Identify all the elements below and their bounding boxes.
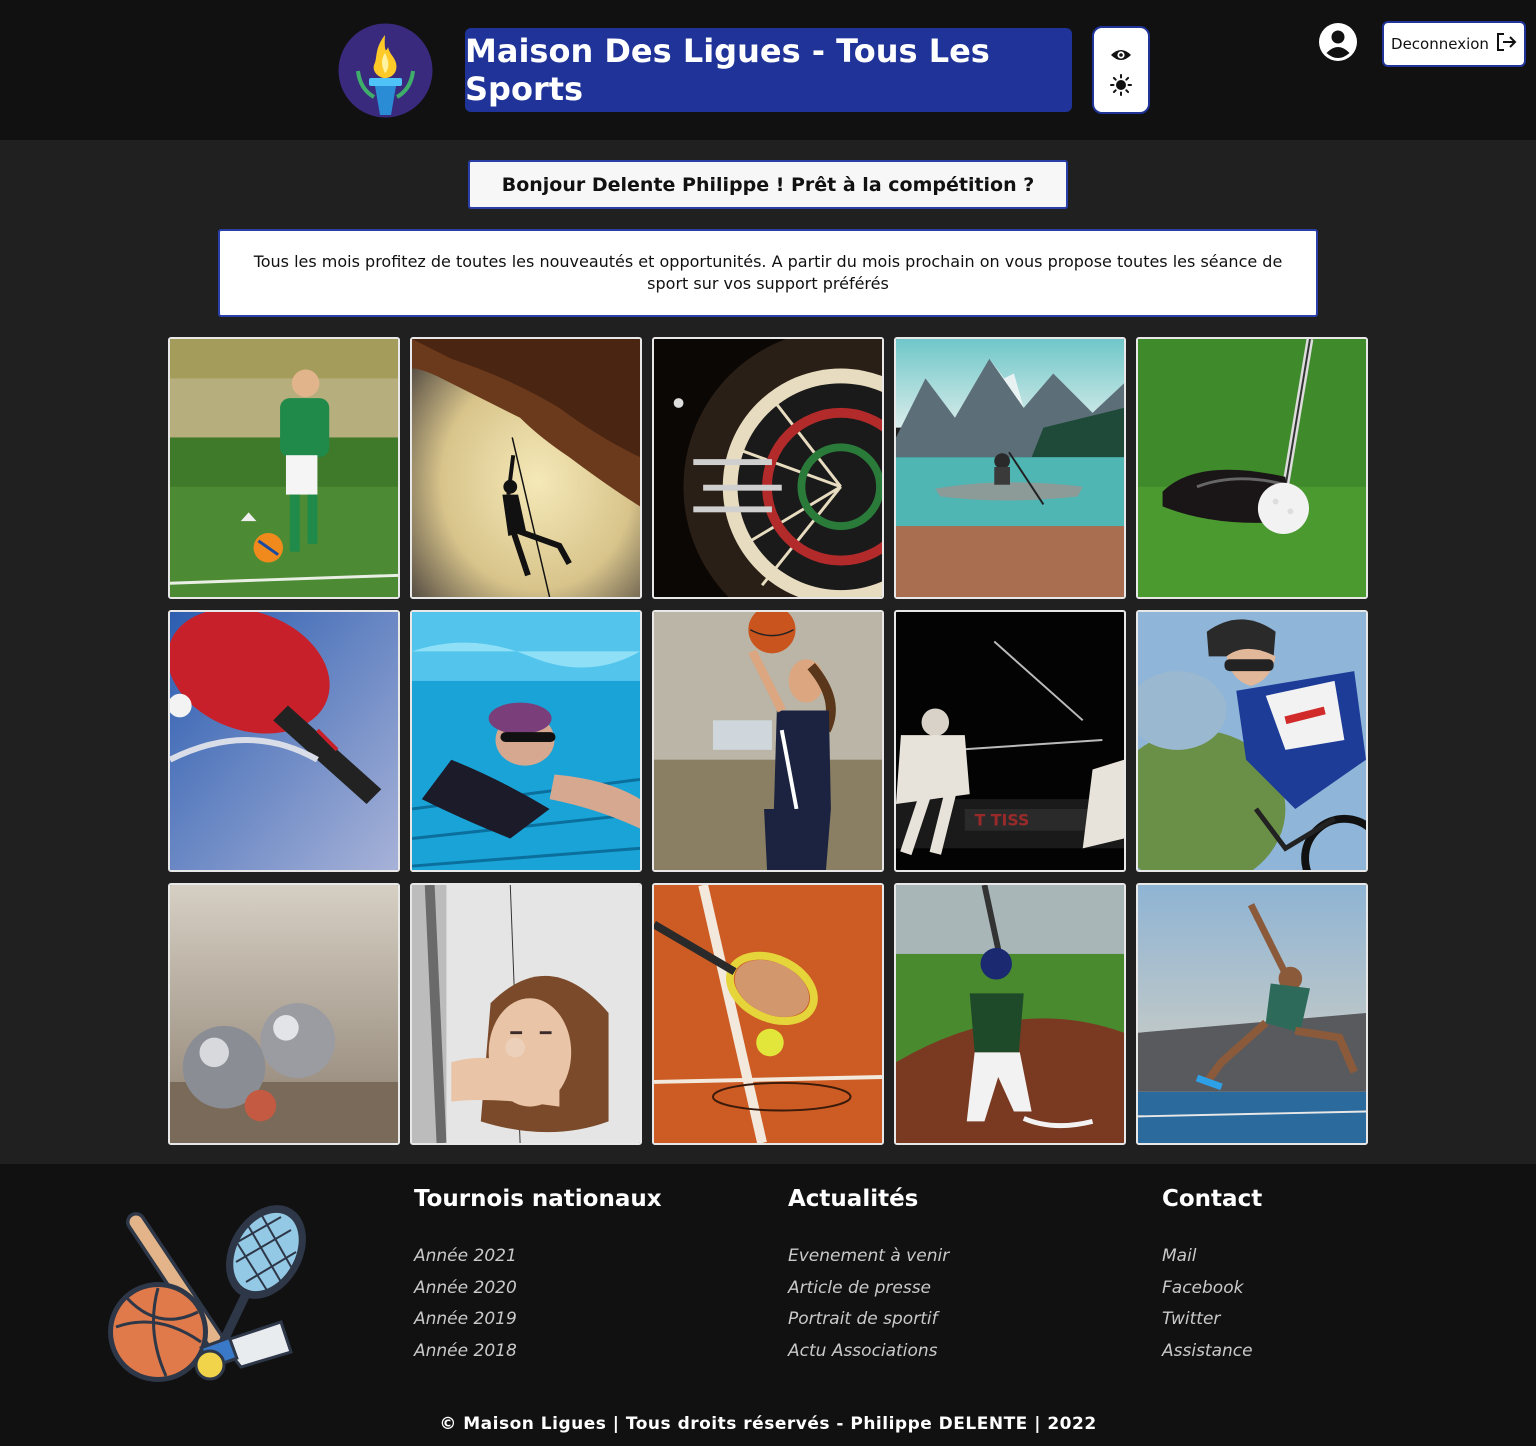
sport-image-natation[interactable] [410, 610, 642, 872]
sport-image-escrime[interactable]: T TISS [894, 610, 1126, 872]
footer-column-actualites: Actualités Evenement à venir Article de … [788, 1186, 949, 1373]
svg-text:T TISS: T TISS [975, 811, 1030, 830]
footer-link-portrait-sportif[interactable]: Portrait de sportif [788, 1309, 949, 1341]
sport-image-kayak[interactable] [894, 337, 1126, 599]
footer-link-mail[interactable]: Mail [1162, 1246, 1262, 1278]
site-header: Maison Des Ligues - Tous Les Sports Deco… [0, 0, 1536, 140]
sport-image-golf[interactable] [1136, 337, 1368, 599]
footer-heading-actualites: Actualités [788, 1186, 919, 1212]
sport-image-tennis-de-table[interactable] [168, 610, 400, 872]
copyright-text: © Maison Ligues | Tous droits réservés -… [439, 1414, 1097, 1434]
footer-link-twitter[interactable]: Twitter [1162, 1309, 1262, 1341]
footer-link-annee-2020[interactable]: Année 2020 [414, 1278, 662, 1310]
sports-equipment-icon [106, 1202, 308, 1388]
sport-image-flechettes[interactable] [652, 337, 884, 599]
footer-link-facebook[interactable]: Facebook [1162, 1278, 1262, 1310]
sport-image-football[interactable] [168, 337, 400, 599]
footer-column-contact: Contact Mail Facebook Twitter Assistance [1162, 1186, 1262, 1373]
footer-link-annee-2018[interactable]: Année 2018 [414, 1341, 662, 1373]
footer-link-annee-2019[interactable]: Année 2019 [414, 1309, 662, 1341]
sport-image-petanque[interactable] [168, 883, 400, 1145]
info-banner: Tous les mois profitez de toutes les nou… [218, 229, 1318, 317]
sun-icon[interactable] [1109, 73, 1133, 97]
site-title: Maison Des Ligues - Tous Les Sports [465, 28, 1072, 112]
sport-image-basketball[interactable] [652, 610, 884, 872]
sports-gallery: T TISS [168, 337, 1368, 1145]
greeting-banner: Bonjour Delente Philippe ! Prêt à la com… [468, 160, 1068, 209]
footer-column-tournois: Tournois nationaux Année 2021 Année 2020… [414, 1186, 662, 1373]
eye-icon[interactable] [1109, 43, 1133, 67]
site-footer: Tournois nationaux Année 2021 Année 2020… [0, 1164, 1536, 1446]
sport-image-cyclisme[interactable] [1136, 610, 1368, 872]
footer-link-evenement[interactable]: Evenement à venir [788, 1246, 949, 1278]
torch-logo-icon[interactable] [338, 23, 433, 118]
footer-link-assistance[interactable]: Assistance [1162, 1341, 1262, 1373]
accessibility-panel [1092, 26, 1150, 114]
sport-image-escalade[interactable] [410, 337, 642, 599]
footer-link-article-presse[interactable]: Article de presse [788, 1278, 949, 1310]
user-account-icon[interactable] [1318, 22, 1358, 62]
footer-heading-tournois: Tournois nationaux [414, 1186, 662, 1212]
sport-image-baseball[interactable] [894, 883, 1126, 1145]
logout-label: Deconnexion [1391, 35, 1489, 53]
logout-button[interactable]: Deconnexion [1382, 21, 1526, 67]
footer-link-annee-2021[interactable]: Année 2021 [414, 1246, 662, 1278]
sport-image-athletisme[interactable] [1136, 883, 1368, 1145]
logout-icon [1495, 31, 1517, 57]
sport-image-tir-a-l-arc[interactable] [410, 883, 642, 1145]
footer-link-actu-associations[interactable]: Actu Associations [788, 1341, 949, 1373]
sport-image-tennis[interactable] [652, 883, 884, 1145]
footer-heading-contact: Contact [1162, 1186, 1263, 1212]
